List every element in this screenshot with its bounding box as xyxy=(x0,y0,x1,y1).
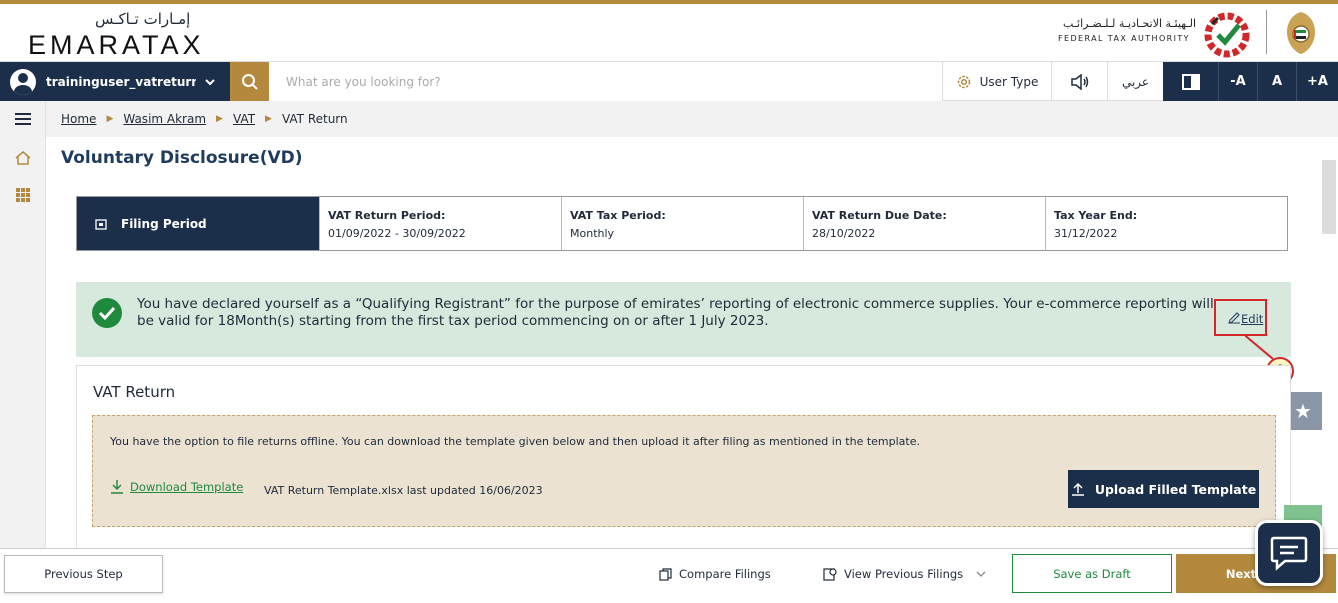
vat-return-period-cell: VAT Return Period: 01/09/2022 - 30/09/20… xyxy=(319,197,561,250)
tax-year-end-value: 31/12/2022 xyxy=(1054,227,1118,240)
pencil-icon xyxy=(1228,312,1240,324)
fta-name-english: FEDERAL TAX AUTHORITY xyxy=(1058,34,1190,43)
hamburger-menu-icon[interactable] xyxy=(12,108,34,130)
history-icon xyxy=(823,567,837,581)
vat-due-date-cell: VAT Return Due Date: 28/10/2022 xyxy=(803,197,1045,250)
star-icon: ★ xyxy=(1294,399,1312,423)
edit-highlight-box: Edit xyxy=(1214,299,1267,336)
edit-link[interactable]: Edit xyxy=(1228,311,1263,326)
header-divider xyxy=(1266,10,1267,54)
breadcrumb-arrow-icon: ▶ xyxy=(216,114,223,124)
template-info: VAT Return Template.xlsx last updated 16… xyxy=(264,484,543,497)
offline-filing-panel: You have the option to file returns offl… xyxy=(92,415,1276,527)
chat-icon xyxy=(1270,536,1308,571)
uae-emblem-icon xyxy=(1287,12,1315,54)
font-decrease-button[interactable]: -A xyxy=(1218,62,1257,101)
breadcrumb-current: VAT Return xyxy=(281,112,348,126)
user-type-button[interactable]: User Type xyxy=(942,62,1051,101)
gear-icon xyxy=(957,75,970,88)
view-previous-filings-dropdown[interactable]: View Previous Filings xyxy=(823,567,987,581)
breadcrumb: Home ▶ Wasim Akram ▶ VAT ▶ VAT Return xyxy=(61,112,348,126)
check-circle-icon xyxy=(92,298,122,328)
search-icon xyxy=(241,73,258,90)
user-avatar-icon xyxy=(10,68,36,95)
search-button[interactable] xyxy=(230,62,269,101)
upload-icon xyxy=(1071,482,1084,496)
username-label: traininguser_vatreturns... xyxy=(46,74,196,89)
upload-filled-template-button[interactable]: Upload Filled Template xyxy=(1068,470,1259,508)
breadcrumb-arrow-icon: ▶ xyxy=(106,114,114,124)
previous-step-button[interactable]: Previous Step xyxy=(4,555,163,593)
footer-action-bar: Previous Step Compare Filings View Previ… xyxy=(0,548,1338,603)
speaker-icon xyxy=(1070,73,1088,90)
notice-text: You have declared yourself as a “Qualify… xyxy=(137,296,1214,329)
search-input[interactable] xyxy=(269,62,942,101)
home-icon[interactable] xyxy=(12,147,34,169)
vat-due-date-value: 28/10/2022 xyxy=(812,227,876,240)
scrollbar-thumb[interactable] xyxy=(1322,160,1336,234)
fta-name-arabic: الـهيئـة الاتحـاديـة لـلـضـرائـب xyxy=(1062,17,1196,30)
arabic-language-button[interactable]: عربي xyxy=(1107,62,1163,101)
compare-filings-link[interactable]: Compare Filings xyxy=(659,567,771,581)
breadcrumb-vat[interactable]: VAT xyxy=(233,112,255,126)
download-template-link[interactable]: Download Template xyxy=(110,479,243,494)
edit-label: Edit xyxy=(1241,312,1264,326)
vat-return-period-label: VAT Return Period: xyxy=(328,209,446,222)
vat-return-title: VAT Return xyxy=(93,383,176,401)
fta-emblem-icon xyxy=(1204,12,1250,58)
save-as-draft-button[interactable]: Save as Draft xyxy=(1012,554,1172,593)
filing-period-label: Filing Period xyxy=(121,216,207,231)
audio-button[interactable] xyxy=(1051,62,1107,101)
vat-tax-period-cell: VAT Tax Period: Monthly xyxy=(561,197,803,250)
chevron-down-icon xyxy=(976,571,986,577)
filing-period-panel: Filing Period VAT Return Period: 01/09/2… xyxy=(76,196,1288,251)
top-nav-bar: traininguser_vatreturns... User Type عرب… xyxy=(0,61,1338,101)
contrast-icon xyxy=(1181,73,1200,90)
site-header: إمـارات تـاكـس EMARATAX الـهيئـة الاتحـا… xyxy=(0,4,1338,60)
vat-tax-period-label: VAT Tax Period: xyxy=(570,209,666,222)
compare-filings-label: Compare Filings xyxy=(679,567,771,581)
breadcrumb-home[interactable]: Home xyxy=(61,112,96,126)
user-type-label: User Type xyxy=(979,74,1039,89)
vat-due-date-label: VAT Return Due Date: xyxy=(812,209,947,222)
offline-instructions: You have the option to file returns offl… xyxy=(110,435,921,448)
download-icon xyxy=(111,480,123,494)
vat-return-period-value: 01/09/2022 - 30/09/2022 xyxy=(328,227,466,240)
apps-grid-icon[interactable] xyxy=(12,184,34,206)
user-menu[interactable]: traininguser_vatreturns... xyxy=(0,62,230,101)
font-increase-button[interactable]: +A xyxy=(1296,62,1338,101)
chevron-down-icon xyxy=(205,78,215,85)
view-previous-filings-label: View Previous Filings xyxy=(844,567,964,581)
qualifying-registrant-notice: You have declared yourself as a “Qualify… xyxy=(76,282,1291,357)
copy-icon xyxy=(659,567,672,581)
vat-tax-period-value: Monthly xyxy=(570,227,615,240)
font-reset-button[interactable]: A xyxy=(1257,62,1296,101)
contrast-toggle[interactable] xyxy=(1163,62,1218,101)
breadcrumb-taxpayer[interactable]: Wasim Akram xyxy=(123,112,206,126)
download-template-label: Download Template xyxy=(130,480,244,494)
emaratax-logo[interactable]: EMARATAX xyxy=(28,30,205,61)
left-sidebar xyxy=(0,101,46,548)
vat-return-card: VAT Return You have the option to file r… xyxy=(76,365,1291,550)
tax-year-end-label: Tax Year End: xyxy=(1054,209,1138,222)
filing-period-header: Filing Period xyxy=(77,197,319,250)
breadcrumb-bar: Home ▶ Wasim Akram ▶ VAT ▶ VAT Return xyxy=(46,101,1338,137)
emaratax-logo-arabic: إمـارات تـاكـس xyxy=(95,10,191,28)
breadcrumb-arrow-icon: ▶ xyxy=(265,114,272,124)
upload-label: Upload Filled Template xyxy=(1094,481,1257,497)
calendar-icon xyxy=(95,218,107,230)
chat-support-button[interactable] xyxy=(1255,520,1323,586)
tax-year-end-cell: Tax Year End: 31/12/2022 xyxy=(1045,197,1287,250)
page-title: Voluntary Disclosure(VD) xyxy=(61,148,303,168)
